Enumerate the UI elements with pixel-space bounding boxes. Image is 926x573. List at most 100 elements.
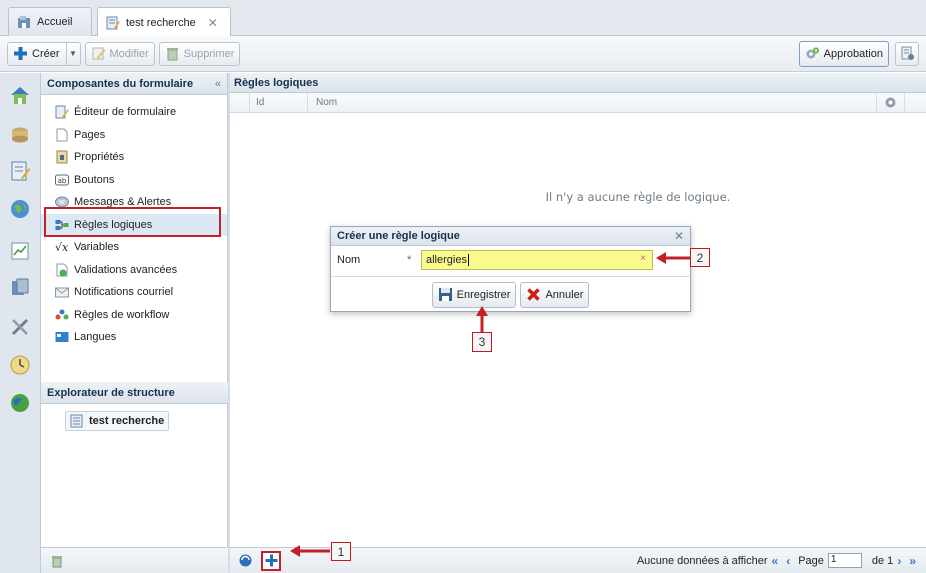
name-input[interactable]: allergies × [421, 250, 653, 270]
modify-button[interactable]: Modifier [84, 41, 155, 66]
left-icon-rail [0, 73, 41, 573]
save-button[interactable]: Enregistrer [431, 281, 517, 308]
component-workflow-rules[interactable]: Règles de workflow [41, 304, 227, 327]
refresh-icon[interactable] [238, 553, 253, 568]
form-settings-icon [901, 46, 914, 60]
page-of-label: de 1 [871, 554, 894, 567]
tab-accueil[interactable]: Accueil [8, 7, 92, 36]
chart-icon [11, 242, 29, 260]
svg-text:ab: ab [58, 177, 67, 185]
component-form-editor[interactable]: Éditeur de formulaire [41, 101, 227, 124]
users-icon [12, 278, 29, 295]
arrow-1 [290, 545, 330, 557]
structure-node-form[interactable]: test recherche [65, 411, 170, 431]
close-icon[interactable]: ✕ [674, 229, 684, 243]
rail-forms-button[interactable] [7, 158, 33, 184]
floppy-icon [438, 288, 452, 301]
form-editor-icon [55, 105, 69, 119]
column-nom[interactable]: Nom [308, 93, 876, 113]
component-variables[interactable]: √x Variables [41, 236, 227, 259]
approval-button[interactable]: Approbation [798, 40, 889, 67]
delete-button[interactable]: Supprimer [158, 41, 241, 66]
toolbar: Créer ▼ Modifier Supprimer Approbation [0, 36, 926, 72]
component-buttons[interactable]: ab Boutons [41, 169, 227, 192]
column-id[interactable]: Id [250, 92, 308, 113]
gears-icon [806, 47, 819, 59]
validations-icon [56, 263, 68, 277]
clear-icon[interactable]: × [640, 253, 646, 264]
name-row: Nom * allergies × [331, 246, 690, 274]
approval-label: Approbation [823, 47, 883, 60]
cancel-button[interactable]: Annuler [520, 281, 590, 308]
world-icon [11, 394, 29, 412]
column-settings[interactable] [876, 92, 904, 113]
component-label: Validations avancées [74, 263, 178, 276]
settings-form-button[interactable] [895, 41, 919, 66]
create-button[interactable]: Créer ▼ [7, 41, 81, 66]
database-icon [12, 127, 28, 143]
tab-label: Accueil [37, 16, 73, 28]
last-page-icon[interactable]: » [909, 554, 916, 568]
column-select[interactable] [230, 92, 250, 113]
home-icon [18, 16, 30, 28]
callout-1: 1 [331, 542, 351, 561]
logic-rules-panel: Règles logiques Id Nom Il n'y a aucune r… [230, 73, 926, 573]
workflow-icon [55, 309, 69, 320]
create-rule-dialog: Créer une règle logique ✕ Nom * allergie… [330, 226, 691, 312]
save-label: Enregistrer [456, 288, 511, 301]
rail-chart-button[interactable] [7, 238, 33, 264]
column-nom-label: Nom [316, 97, 338, 108]
languages-icon [55, 332, 69, 343]
close-icon[interactable]: ✕ [208, 16, 218, 30]
page-input[interactable]: 1 [827, 553, 862, 568]
column-id-label: Id [256, 97, 265, 108]
next-page-icon[interactable]: › [897, 554, 901, 568]
cancel-label: Annuler [545, 288, 584, 301]
trash-icon[interactable] [50, 554, 64, 568]
rail-tools-button[interactable] [7, 314, 33, 340]
create-label: Créer [32, 47, 60, 60]
left-panel-footer [41, 547, 228, 573]
arrow-2 [656, 252, 690, 264]
cancel-x-icon [527, 288, 541, 301]
component-properties[interactable]: Propriétés [41, 146, 227, 169]
form-node-icon [70, 414, 83, 428]
buttons-icon: ab [55, 174, 69, 186]
pages-icon [56, 128, 68, 142]
required-marker: * [407, 254, 412, 266]
component-mail-notifications[interactable]: Notifications courriel [41, 281, 227, 304]
component-label: Variables [74, 241, 120, 254]
properties-icon [56, 150, 68, 164]
mail-icon [55, 287, 69, 298]
component-pages[interactable]: Pages [41, 124, 227, 147]
dialog-buttons: Enregistrer Annuler [331, 277, 690, 312]
grid-header: Id Nom [230, 92, 926, 113]
form-edit-icon [106, 16, 120, 29]
tab-test-recherche[interactable]: test recherche ✕ [97, 7, 231, 37]
first-page-icon[interactable]: « [772, 554, 779, 568]
rail-users-button[interactable] [7, 274, 33, 300]
structure-explorer: Explorateur de structure test recherche [41, 382, 228, 431]
structure-node-label: test recherche [89, 415, 165, 427]
rail-data-button[interactable] [7, 122, 33, 148]
rail-schedule-button[interactable] [7, 352, 33, 378]
footer-status: Aucune données à afficher [636, 554, 768, 567]
component-validations[interactable]: Validations avancées [41, 259, 227, 282]
structure-header: Explorateur de structure [41, 382, 228, 404]
dialog-title: Créer une règle logique [337, 230, 460, 242]
column-tail [904, 92, 926, 113]
rail-home-button[interactable] [7, 82, 33, 108]
add-rule-button[interactable] [261, 550, 281, 571]
rail-globe-button[interactable] [7, 196, 33, 222]
prev-page-icon[interactable]: ‹ [786, 554, 790, 568]
rail-world-button[interactable] [7, 390, 33, 416]
component-label: Éditeur de formulaire [74, 106, 177, 119]
panel-header: Composantes du formulaire « [41, 73, 227, 95]
main-title: Règles logiques [234, 76, 319, 89]
collapse-icon[interactable]: « [215, 78, 221, 90]
edit-icon [92, 47, 106, 60]
delete-label: Supprimer [183, 47, 235, 60]
chevron-down-icon[interactable]: ▼ [65, 42, 80, 65]
component-languages[interactable]: Langues [41, 326, 227, 349]
page-label: Page [798, 554, 824, 567]
